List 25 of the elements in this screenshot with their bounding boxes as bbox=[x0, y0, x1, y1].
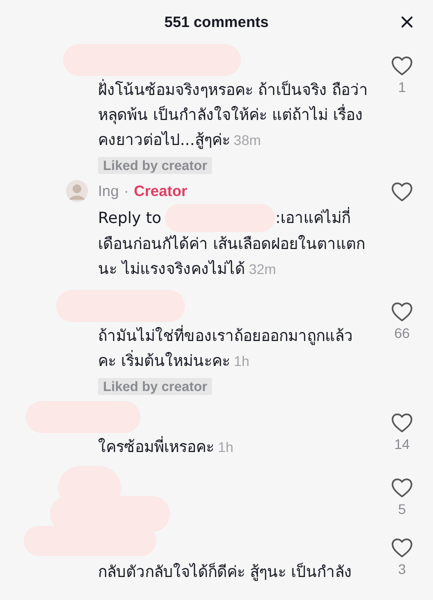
heart-icon[interactable] bbox=[390, 536, 414, 560]
like-count: 5 bbox=[398, 501, 406, 517]
comment-text: ถ้ามันไม่ใช่ที่ของเราถ้อยออกมาถูกแล้วคะ เริ่มต้นใหม่นะคะ 1h bbox=[98, 324, 354, 372]
heart-icon[interactable] bbox=[390, 300, 414, 324]
like-count: 1 bbox=[398, 79, 406, 95]
reply-label: Reply to bbox=[98, 208, 162, 228]
heart-icon[interactable] bbox=[390, 54, 414, 78]
heart-icon[interactable] bbox=[390, 476, 414, 500]
like-count: 66 bbox=[394, 325, 410, 341]
like-count: 14 bbox=[394, 436, 410, 452]
comment-text: กลับตัวกลับใจได้ก็ดีค่ะ สู้ๆนะ เป็นกำลัง bbox=[98, 562, 353, 583]
creator-label: Creator bbox=[134, 182, 188, 200]
comment-text: เดือนก่อนกัได้ค่า เส้นเลือดฝอยในตาแตกนะ ไม่แรงจริงคงไม่ได้ 32m bbox=[98, 234, 366, 280]
heart-icon[interactable] bbox=[390, 180, 414, 204]
author-name[interactable]: Ing bbox=[98, 182, 119, 200]
comment-text: :เอาแค่ไม่กี่ bbox=[275, 206, 351, 228]
like-count: 3 bbox=[398, 561, 406, 577]
comment-text: ฝั่งโน้นซ้อมจริงๆหรอคะ ถ้าเป็นจริง ถือว่าหลุดพ้น เป็นกำลังใจให้ค่ะ แต่ถ้าไม่ เรื่องคงยาวต่อไป...สู้ๆค่ะ 38m bbox=[98, 78, 368, 151]
liked-by-creator-tag: Liked by creator bbox=[98, 157, 212, 174]
heart-icon[interactable] bbox=[390, 411, 414, 435]
comment-text: ใครซ้อมพี่เหรอคะ 1h bbox=[98, 435, 234, 458]
close-icon[interactable] bbox=[400, 15, 414, 29]
liked-by-creator-tag: Liked by creator bbox=[98, 378, 212, 395]
comments-title: 551 comments bbox=[164, 14, 269, 30]
separator-dot: · bbox=[124, 182, 129, 200]
